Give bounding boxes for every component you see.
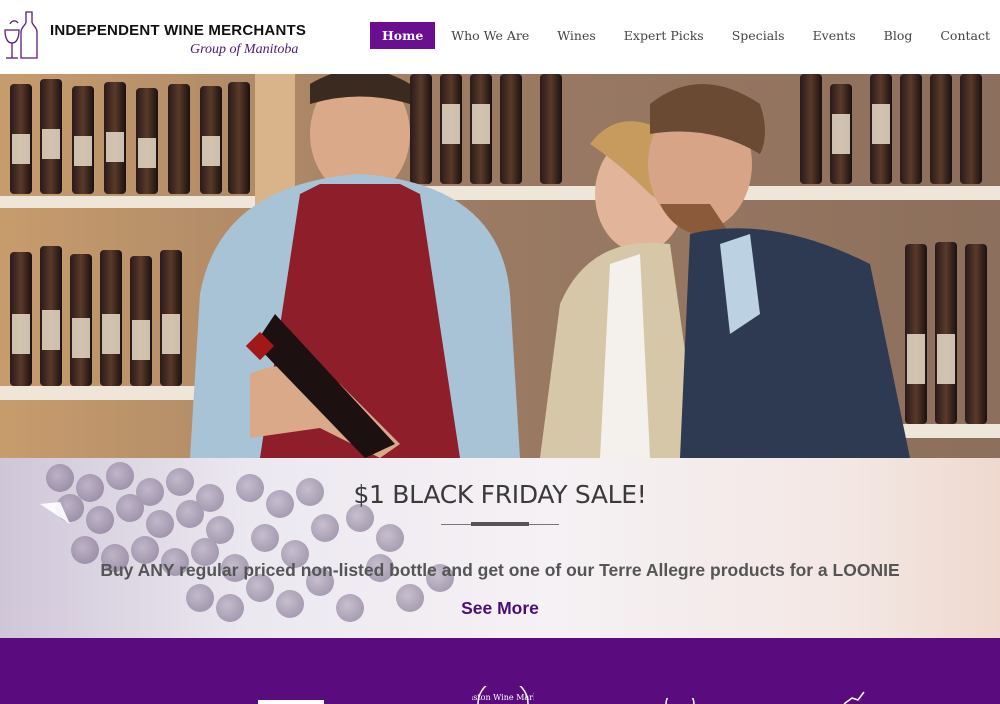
site-logo[interactable]: INDEPENDENT WINE MERCHANTS Group of Mani… [0, 8, 320, 64]
nav-wines[interactable]: Wines [557, 22, 596, 49]
title-divider [441, 522, 559, 528]
nav-events[interactable]: Events [813, 22, 856, 49]
promo-banner: $1 BLACK FRIDAY SALE! Buy ANY regular pr… [0, 458, 1000, 638]
nav-expert-picks[interactable]: Expert Picks [624, 22, 704, 49]
nav-blog[interactable]: Blog [884, 22, 913, 49]
partner-logos-strip: nston Wine Mark [0, 638, 1000, 704]
partner-logo-3[interactable] [664, 698, 696, 704]
nav-contact[interactable]: Contact [940, 22, 990, 49]
promo-text: Buy ANY regular priced non-listed bottle… [100, 560, 900, 580]
site-header: INDEPENDENT WINE MERCHANTS Group of Mani… [0, 0, 1000, 74]
main-nav: Home Who We Are Wines Expert Picks Speci… [369, 22, 990, 49]
wine-shop-scene [0, 74, 1000, 458]
partner-logo-2[interactable]: nston Wine Mark [472, 686, 534, 704]
nav-who-we-are[interactable]: Who We Are [451, 22, 529, 49]
nav-specials[interactable]: Specials [732, 22, 785, 49]
hero-image [0, 74, 1000, 458]
nav-home[interactable]: Home [369, 22, 436, 49]
partner-logo-1[interactable] [258, 700, 324, 704]
wine-glass-bottle-icon [4, 11, 38, 59]
see-more-link[interactable]: See More [0, 598, 1000, 619]
partner-logo-4[interactable] [840, 690, 870, 704]
logo-subtitle: Group of Manitoba [190, 42, 299, 57]
stamp-text: nston Wine Mark [472, 693, 534, 702]
promo-title: $1 BLACK FRIDAY SALE! [353, 480, 647, 509]
logo-title: INDEPENDENT WINE MERCHANTS [50, 22, 307, 39]
